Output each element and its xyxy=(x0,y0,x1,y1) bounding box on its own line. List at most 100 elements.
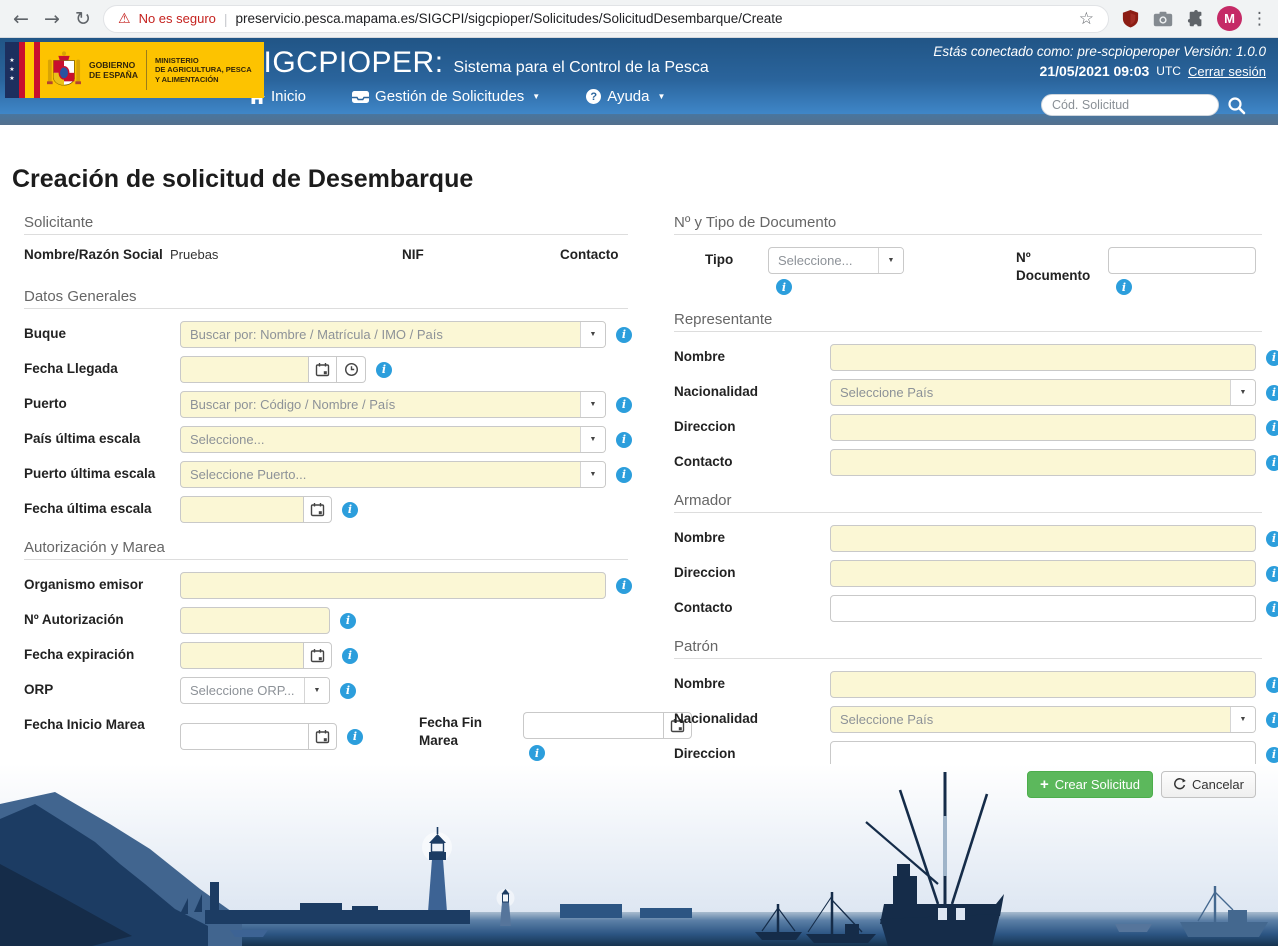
info-icon[interactable]: i xyxy=(776,279,792,295)
puerto-label: Puerto xyxy=(24,391,180,412)
num-documento-label-line2: Documento xyxy=(1016,267,1108,285)
fecha-ultima-escala-input[interactable] xyxy=(180,496,303,523)
app-name: SIGCPIOPER: xyxy=(243,46,444,80)
info-icon[interactable]: i xyxy=(1266,747,1278,763)
logout-link[interactable]: Cerrar sesión xyxy=(1188,64,1266,79)
fecha-inicio-marea-label: Fecha Inicio Marea xyxy=(24,712,180,733)
reload-icon[interactable]: ↻ xyxy=(72,8,94,30)
profile-avatar[interactable]: M xyxy=(1217,6,1242,31)
info-icon[interactable]: i xyxy=(340,683,356,699)
puerto-ultima-escala-select[interactable]: Seleccione Puerto... ▼ xyxy=(180,461,606,488)
patron-nacionalidad-label: Nacionalidad xyxy=(674,706,830,727)
spain-flag-stripe xyxy=(25,42,34,98)
representante-nacionalidad-select[interactable]: Seleccione País ▼ xyxy=(830,379,1256,406)
calendar-icon xyxy=(310,502,325,517)
fecha-expiracion-label: Fecha expiración xyxy=(24,642,180,663)
representante-direccion-input[interactable] xyxy=(830,414,1256,441)
bookmark-star-icon[interactable]: ☆ xyxy=(1079,9,1094,29)
extensions-menu-icon[interactable] xyxy=(1184,10,1208,28)
organismo-emisor-input[interactable] xyxy=(180,572,606,599)
tipo-documento-select[interactable]: Seleccione... ▼ xyxy=(768,247,904,274)
info-icon[interactable]: i xyxy=(1266,455,1278,471)
armador-nombre-input[interactable] xyxy=(830,525,1256,552)
info-icon[interactable]: i xyxy=(529,745,545,761)
representante-direccion-label: Direccion xyxy=(674,414,830,435)
info-icon[interactable]: i xyxy=(616,467,632,483)
patron-direccion-label: Direccion xyxy=(674,741,830,762)
patron-nombre-input[interactable] xyxy=(830,671,1256,698)
calendar-button[interactable] xyxy=(303,642,332,669)
buque-select[interactable]: Buscar por: Nombre / Matrícula / IMO / P… xyxy=(180,321,606,348)
fecha-expiracion-input[interactable] xyxy=(180,642,303,669)
url-bar[interactable]: ⚠ No es seguro | preservicio.pesca.mapam… xyxy=(103,5,1109,33)
back-icon[interactable]: ← xyxy=(10,8,32,30)
section-autorizacion-marea: Autorización y Marea xyxy=(24,539,628,560)
info-icon[interactable]: i xyxy=(376,362,392,378)
info-icon[interactable]: i xyxy=(342,648,358,664)
info-icon[interactable]: i xyxy=(616,397,632,413)
eu-flag-stars-icon: ★ ★ ★ xyxy=(5,42,19,98)
ublock-extension-icon[interactable] xyxy=(1118,9,1142,28)
nav-gestion-solicitudes[interactable]: Gestión de Solicitudes ▼ xyxy=(352,88,540,105)
main-nav: Inicio Gestión de Solicitudes ▼ ? Ayuda … xyxy=(249,88,665,105)
calendar-button[interactable] xyxy=(308,356,337,383)
num-documento-input[interactable] xyxy=(1108,247,1256,274)
info-icon[interactable]: i xyxy=(1266,677,1278,693)
ministerio-label-line3: Y ALIMENTACIÓN xyxy=(155,75,252,84)
calendar-button[interactable] xyxy=(303,496,332,523)
solicitante-contacto-label: Contacto xyxy=(560,247,619,262)
armador-contacto-label: Contacto xyxy=(674,595,830,616)
armador-direccion-label: Direccion xyxy=(674,560,830,581)
crear-solicitud-label: Crear Solicitud xyxy=(1055,777,1140,792)
forward-icon[interactable]: → xyxy=(41,8,63,30)
page-title: Creación de solicitud de Desembarque xyxy=(12,165,1278,194)
armador-direccion-input[interactable] xyxy=(830,560,1256,587)
fecha-fin-marea-input[interactable] xyxy=(523,712,663,739)
app-subtitle: Sistema para el Control de la Pesca xyxy=(454,59,709,77)
info-icon[interactable]: i xyxy=(1266,601,1278,617)
fecha-llegada-input[interactable] xyxy=(180,356,308,383)
info-icon[interactable]: i xyxy=(342,502,358,518)
info-icon[interactable]: i xyxy=(616,578,632,594)
info-icon[interactable]: i xyxy=(1266,566,1278,582)
info-icon[interactable]: i xyxy=(616,327,632,343)
spain-coat-of-arms-icon xyxy=(47,50,81,90)
fecha-llegada-label: Fecha Llegada xyxy=(24,356,180,377)
screenshot-extension-icon[interactable] xyxy=(1151,11,1175,27)
security-warning-label[interactable]: No es seguro xyxy=(139,11,216,26)
gobierno-label-line2: DE ESPAÑA xyxy=(89,70,138,80)
representante-nombre-input[interactable] xyxy=(830,344,1256,371)
chevron-down-icon: ▼ xyxy=(1230,707,1255,732)
info-icon[interactable]: i xyxy=(1266,712,1278,728)
info-icon[interactable]: i xyxy=(340,613,356,629)
orp-select[interactable]: Seleccione ORP... ▼ xyxy=(180,677,330,704)
info-icon[interactable]: i xyxy=(1266,350,1278,366)
puerto-select[interactable]: Buscar por: Código / Nombre / País ▼ xyxy=(180,391,606,418)
armador-contacto-input[interactable] xyxy=(830,595,1256,622)
calendar-button[interactable] xyxy=(308,723,337,750)
search-icon[interactable] xyxy=(1227,96,1246,115)
info-icon[interactable]: i xyxy=(1266,420,1278,436)
representante-contacto-input[interactable] xyxy=(830,449,1256,476)
cancelar-label: Cancelar xyxy=(1192,777,1244,792)
patron-nacionalidad-select[interactable]: Seleccione País ▼ xyxy=(830,706,1256,733)
pais-ultima-escala-select[interactable]: Seleccione... ▼ xyxy=(180,426,606,453)
info-icon[interactable]: i xyxy=(616,432,632,448)
time-button[interactable] xyxy=(337,356,366,383)
browser-menu-icon[interactable]: ⋮ xyxy=(1251,9,1268,29)
crear-solicitud-button[interactable]: + Crear Solicitud xyxy=(1027,771,1153,798)
nav-ayuda[interactable]: ? Ayuda ▼ xyxy=(586,88,665,105)
form-columns: Solicitante Nombre/Razón Social Pruebas … xyxy=(0,198,1278,814)
url-text[interactable]: preservicio.pesca.mapama.es/SIGCPI/sigcp… xyxy=(236,11,1071,26)
info-icon[interactable]: i xyxy=(1266,531,1278,547)
num-autorizacion-input[interactable] xyxy=(180,607,330,634)
ministerio-label-line2: DE AGRICULTURA, PESCA xyxy=(155,65,252,74)
fecha-inicio-marea-input[interactable] xyxy=(180,723,308,750)
search-input[interactable] xyxy=(1041,94,1219,116)
cancelar-button[interactable]: Cancelar xyxy=(1161,771,1256,798)
info-icon[interactable]: i xyxy=(1266,385,1278,401)
chevron-down-icon: ▼ xyxy=(304,678,329,703)
info-icon[interactable]: i xyxy=(1116,279,1132,295)
info-icon[interactable]: i xyxy=(347,729,363,745)
solicitante-nombre-value: Pruebas xyxy=(170,247,402,262)
